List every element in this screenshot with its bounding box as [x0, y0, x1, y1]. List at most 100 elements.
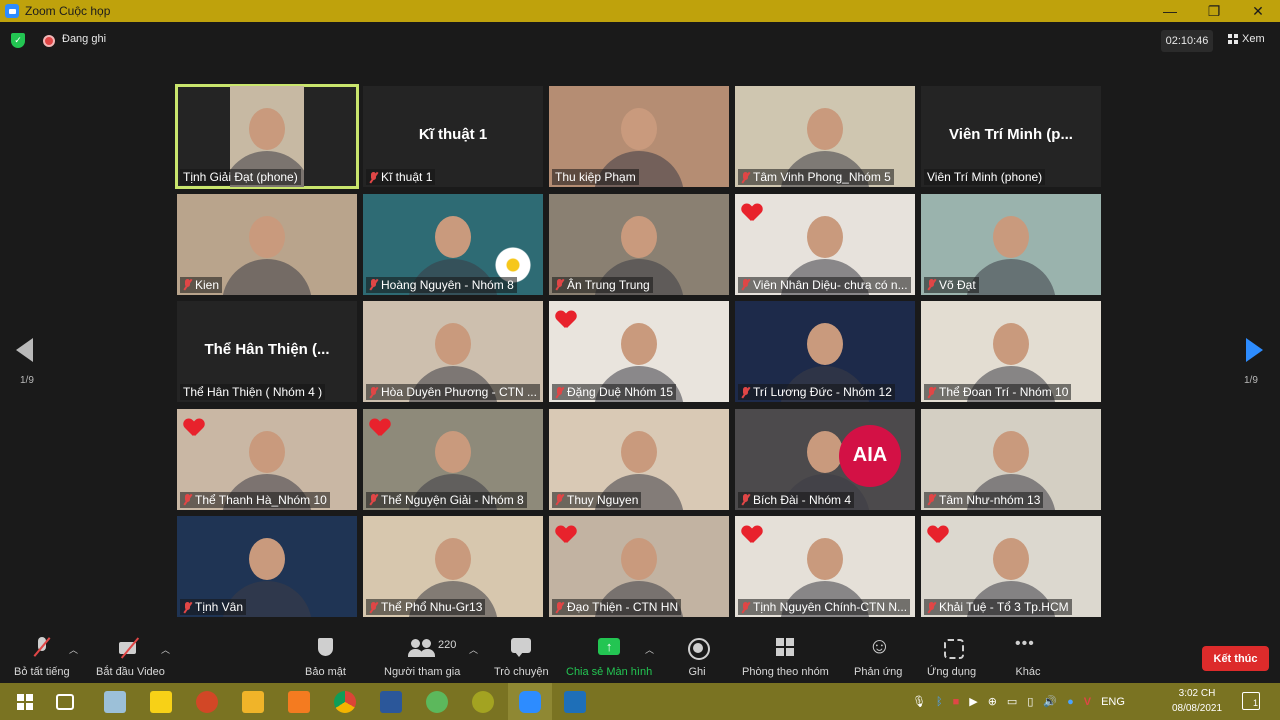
- reactions-button[interactable]: Phản ứng: [854, 633, 902, 678]
- participant-tile[interactable]: Hòa Duyên Phương - CTN ...: [363, 301, 543, 402]
- zoom-tray-icon[interactable]: ●: [1067, 696, 1074, 708]
- participant-tile[interactable]: Viên Nhân Diệu- chưa có n...: [735, 193, 915, 295]
- heart-reaction-icon: [742, 526, 762, 544]
- participant-name-bar: Thu kiệp Phạm: [552, 169, 639, 185]
- share-options-caret-icon[interactable]: ︿: [645, 643, 654, 656]
- participant-tile[interactable]: Thể Phổ Nhu-Gr13: [363, 516, 543, 617]
- breakout-rooms-button[interactable]: Phòng theo nhóm: [742, 637, 829, 678]
- notification-center-icon[interactable]: 1: [1242, 692, 1260, 710]
- microphone-muted-icon: [927, 386, 936, 398]
- sticky-notes-app-icon[interactable]: [150, 691, 172, 713]
- photos-app-icon[interactable]: [564, 691, 586, 713]
- microphone-muted-icon: [741, 386, 750, 398]
- participant-name-bar: Khải Tuệ - Tổ 3 Tp.HCM: [924, 599, 1072, 615]
- participant-name-bar: Hoàng Nguyên - Nhóm 8: [366, 276, 517, 293]
- participant-avatar-name: Kĩ thuật 1: [418, 126, 488, 143]
- participant-tile[interactable]: Tâm Vinh Phong_Nhóm 5: [735, 86, 915, 187]
- participants-count: 220: [438, 639, 457, 651]
- participant-name: Khải Tuệ - Tổ 3 Tp.HCM: [939, 600, 1069, 614]
- participant-tile[interactable]: Tâm Như-nhóm 13: [921, 408, 1101, 510]
- video-gallery: Tịnh Giải Đạt (phone) Kĩ thuật 1 Kĩ thuật …: [175, 84, 1103, 617]
- participant-tile[interactable]: Kien: [177, 193, 357, 295]
- recording-label[interactable]: Đang ghi: [62, 33, 106, 45]
- minimize-button[interactable]: —: [1148, 0, 1192, 22]
- participant-name: Thể Đoan Trí - Nhóm 10: [939, 385, 1069, 399]
- volume-tray-icon[interactable]: 🔊: [1043, 695, 1057, 708]
- view-button[interactable]: Xem: [1228, 33, 1265, 45]
- close-button[interactable]: ✕: [1236, 0, 1280, 22]
- participant-tile[interactable]: Võ Đạt: [921, 193, 1101, 295]
- participants-label: Người tham gia: [384, 666, 461, 678]
- participant-tile[interactable]: Hoàng Nguyên - Nhóm 8: [363, 193, 543, 295]
- start-video-button[interactable]: Bắt đầu Video: [96, 637, 165, 678]
- apps-button[interactable]: Ứng dụng: [927, 637, 976, 678]
- participant-tile[interactable]: Tịnh Giải Đạt (phone): [175, 84, 359, 189]
- participants-caret-icon[interactable]: ︿: [469, 643, 478, 656]
- page-indicator-left: 1/9: [20, 375, 34, 386]
- green-app-icon[interactable]: [426, 691, 448, 713]
- video-options-caret-icon[interactable]: ︿: [161, 643, 170, 656]
- microphone-muted-icon: [369, 601, 378, 613]
- heart-reaction-icon: [184, 419, 204, 437]
- participant-name: Thu kiệp Phạm: [555, 170, 636, 184]
- microphone-muted-icon: [741, 171, 750, 183]
- chrome-app-icon[interactable]: [334, 691, 356, 713]
- apps-label: Ứng dụng: [927, 666, 977, 678]
- antivirus-tray-icon[interactable]: ■: [953, 696, 960, 708]
- bluetooth-tray-icon[interactable]: ᛒ: [936, 696, 943, 708]
- vietkey-tray-icon[interactable]: V: [1084, 696, 1091, 708]
- file-manager-app-icon[interactable]: [104, 691, 126, 713]
- zoom-taskbar-active-icon[interactable]: [508, 683, 552, 720]
- share-screen-button[interactable]: Chia sẻ Màn hình: [566, 637, 652, 678]
- security-button[interactable]: Bảo mật: [305, 637, 346, 678]
- powerpoint-app-icon[interactable]: [196, 691, 218, 713]
- snail-app-icon[interactable]: [472, 691, 494, 713]
- taskbar-clock[interactable]: 3:02 CH 08/08/2021: [1168, 686, 1226, 716]
- task-view-icon[interactable]: [56, 694, 74, 710]
- participant-tile[interactable]: Kĩ thuật 1 Kĩ thuật 1: [363, 86, 543, 187]
- participant-tile[interactable]: Thể Thanh Hà_Nhóm 10: [177, 408, 357, 510]
- chat-button[interactable]: Trò chuyện: [494, 637, 549, 678]
- participant-name: Hoàng Nguyên - Nhóm 8: [381, 277, 514, 292]
- microphone-tray-icon[interactable]: 🎙: [912, 695, 926, 708]
- participant-tile[interactable]: Thuy Nguyen: [549, 408, 729, 510]
- participants-icon: [407, 637, 437, 659]
- network-tray-icon[interactable]: ⊕: [988, 695, 997, 708]
- cursor-tray-icon[interactable]: ▶: [969, 695, 977, 708]
- participant-tile[interactable]: Thể Hân Thiện (... Thể Hân Thiện ( Nhóm 4…: [177, 301, 357, 402]
- audio-options-caret-icon[interactable]: ︿: [69, 643, 78, 656]
- participant-tile[interactable]: Đạo Thiện - CTN HN: [549, 516, 729, 617]
- windows-start-icon[interactable]: [14, 691, 36, 713]
- participant-tile[interactable]: Thể Đoan Trí - Nhóm 10: [921, 301, 1101, 402]
- foxit-pdf-app-icon[interactable]: [288, 691, 310, 713]
- participant-name: Võ Đạt: [939, 277, 976, 292]
- more-label: Khác: [1015, 666, 1041, 678]
- participant-tile[interactable]: Thể Nguyện Giải - Nhóm 8: [363, 408, 543, 510]
- end-meeting-button[interactable]: Kết thúc: [1202, 646, 1269, 671]
- record-button[interactable]: Ghi: [682, 637, 712, 678]
- next-page-arrow-icon[interactable]: [1246, 338, 1263, 362]
- participant-tile[interactable]: Viên Trí Minh (p... Viên Trí Minh (phone): [921, 86, 1101, 187]
- windows-taskbar: 🎙 ᛒ ■ ▶ ⊕ ▭ ▯ 🔊 ● V ENG 3:02 CH 08/08/20…: [0, 683, 1280, 720]
- previous-page-arrow-icon[interactable]: [16, 338, 33, 362]
- participant-tile[interactable]: Thu kiệp Phạm: [549, 86, 729, 187]
- participant-tile[interactable]: Trí Lương Đức - Nhóm 12: [735, 301, 915, 402]
- participant-tile[interactable]: Ân Trung Trung: [549, 193, 729, 295]
- word-app-icon[interactable]: [380, 691, 402, 713]
- participant-name: Thuy Nguyen: [567, 492, 639, 507]
- mute-all-button[interactable]: Bỏ tất tiếng: [14, 637, 70, 678]
- participant-name-bar: Võ Đạt: [924, 276, 979, 293]
- more-button[interactable]: Khác: [1013, 635, 1043, 678]
- participant-tile[interactable]: Tịnh Nguyên Chính-CTN N...: [735, 516, 915, 617]
- participant-tile[interactable]: Đặng Duệ Nhóm 15: [549, 301, 729, 402]
- participant-tile[interactable]: AIA Bích Đài - Nhóm 4: [735, 408, 915, 510]
- participant-tile[interactable]: Tịnh Vân: [177, 516, 357, 617]
- participant-tile[interactable]: Khải Tuệ - Tổ 3 Tp.HCM: [921, 516, 1101, 617]
- language-indicator[interactable]: ENG: [1101, 696, 1125, 708]
- maximize-button[interactable]: ❐: [1192, 0, 1236, 22]
- display-tray-icon[interactable]: ▭: [1007, 695, 1017, 708]
- battery-tray-icon[interactable]: ▯: [1027, 695, 1033, 708]
- folder-app-icon[interactable]: [242, 691, 264, 713]
- participant-name: Tâm Vinh Phong_Nhóm 5: [753, 170, 891, 184]
- encryption-shield-icon[interactable]: ✓: [11, 33, 25, 48]
